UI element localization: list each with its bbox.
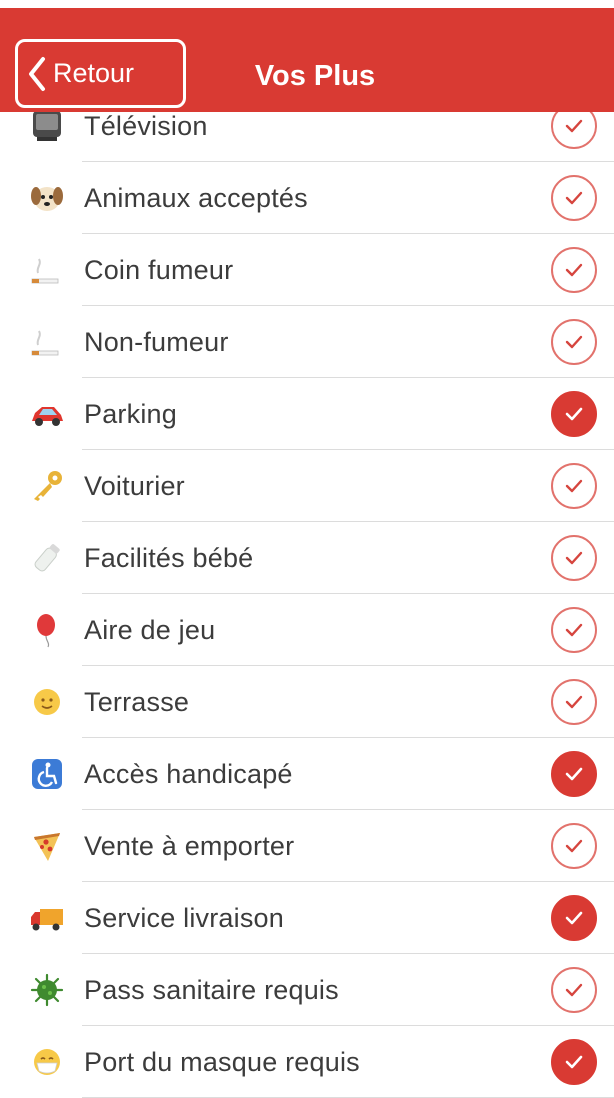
check-icon <box>565 767 583 781</box>
balloon-icon <box>26 609 68 651</box>
option-label: Aire de jeu <box>84 614 216 645</box>
checkmark-toggle[interactable] <box>551 247 597 293</box>
pizza-icon <box>26 825 68 867</box>
page-title: Vos Plus <box>254 60 376 92</box>
option-label: Port du masque requis <box>84 1046 360 1077</box>
wheelchair-icon <box>26 753 68 795</box>
option-row[interactable]: Pass sanitaire requis <box>0 954 614 1026</box>
checkmark-toggle[interactable] <box>551 175 597 221</box>
back-button[interactable]: Retour <box>15 39 186 108</box>
checkmark-toggle[interactable] <box>551 1039 597 1085</box>
sun-face-icon <box>26 681 68 723</box>
option-label: Pass sanitaire requis <box>84 974 339 1005</box>
option-label: Facilités bébé <box>84 542 254 573</box>
checkmark-toggle[interactable] <box>551 535 597 581</box>
check-icon <box>565 1055 583 1069</box>
checkmark-toggle[interactable] <box>551 967 597 1013</box>
option-label: Coin fumeur <box>84 254 234 285</box>
car-icon <box>26 393 68 435</box>
baby-bottle-icon <box>26 537 68 579</box>
option-label: Animaux acceptés <box>84 182 308 213</box>
check-icon <box>565 911 583 925</box>
delivery-truck-icon <box>26 897 68 939</box>
key-icon <box>26 465 68 507</box>
dog-icon <box>26 177 68 219</box>
virus-icon <box>26 969 68 1011</box>
option-label: Service livraison <box>84 902 284 933</box>
check-icon <box>565 119 583 133</box>
check-icon <box>565 407 583 421</box>
option-label: Non-fumeur <box>84 326 229 357</box>
options-list: Télévision Animaux acceptés Coin fumeur … <box>0 90 614 1098</box>
back-button-label: Retour <box>53 58 135 88</box>
option-row[interactable]: Animaux acceptés <box>0 162 614 234</box>
check-icon <box>565 839 583 853</box>
check-icon <box>565 695 583 709</box>
cigarette-icon <box>26 321 68 363</box>
checkmark-toggle[interactable] <box>551 679 597 725</box>
top-strip <box>0 0 614 8</box>
checkmark-toggle[interactable] <box>551 895 597 941</box>
option-row[interactable]: Facilités bébé <box>0 522 614 594</box>
check-icon <box>565 191 583 205</box>
option-row[interactable]: Accès handicapé <box>0 738 614 810</box>
option-row[interactable]: Coin fumeur <box>0 234 614 306</box>
option-row[interactable]: Parking <box>0 378 614 450</box>
option-row[interactable]: Aire de jeu <box>0 594 614 666</box>
option-label: Accès handicapé <box>84 758 293 789</box>
option-row[interactable]: Non-fumeur <box>0 306 614 378</box>
chevron-left-icon <box>29 56 45 91</box>
check-icon <box>565 263 583 277</box>
option-row[interactable]: Vente à emporter <box>0 810 614 882</box>
checkmark-toggle[interactable] <box>551 463 597 509</box>
checkmark-toggle[interactable] <box>551 823 597 869</box>
checkmark-toggle[interactable] <box>551 391 597 437</box>
navigation-bar: Retour Vos Plus <box>0 8 614 112</box>
cigarette-icon <box>26 249 68 291</box>
check-icon <box>565 983 583 997</box>
checkmark-toggle[interactable] <box>551 607 597 653</box>
option-label: Voiturier <box>84 470 185 501</box>
option-label: Terrasse <box>84 686 190 717</box>
check-icon <box>565 623 583 637</box>
check-icon <box>565 335 583 349</box>
option-row[interactable]: Voiturier <box>0 450 614 522</box>
check-icon <box>565 551 583 565</box>
option-label: Parking <box>84 398 177 429</box>
mask-face-icon <box>26 1041 68 1083</box>
option-row[interactable]: Service livraison <box>0 882 614 954</box>
check-icon <box>565 479 583 493</box>
checkmark-toggle[interactable] <box>551 319 597 365</box>
option-label: Télévision <box>84 110 208 141</box>
option-label: Vente à emporter <box>84 830 295 861</box>
option-row[interactable]: Terrasse <box>0 666 614 738</box>
option-row[interactable]: Port du masque requis <box>0 1026 614 1098</box>
checkmark-toggle[interactable] <box>551 751 597 797</box>
